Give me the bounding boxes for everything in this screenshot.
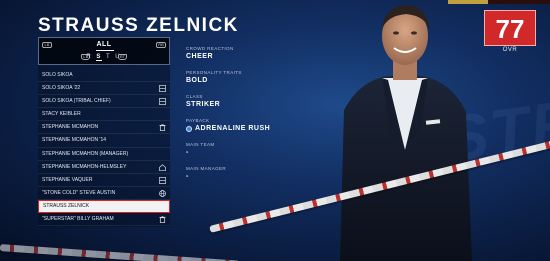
- ovr-rating-badge: 77: [484, 10, 536, 46]
- roster-row[interactable]: STEPHANIE MCMAHON (MANAGER): [38, 148, 170, 161]
- globe-icon: [159, 190, 166, 197]
- roster-row[interactable]: STEPHANIE MCMAHON: [38, 121, 170, 135]
- main-manager-value: -: [186, 173, 189, 180]
- roster-row-name: STRAUSS ZELNICK: [43, 202, 90, 209]
- roster-list: SOLO SIKOA SOLO SIKOA '22 SOLO SIKOA (TRIB…: [38, 69, 170, 227]
- class-block: CLASS STRIKER: [186, 94, 306, 109]
- main-team-value: -: [186, 149, 189, 156]
- filter-underline: [96, 50, 114, 51]
- letter-jump-bar[interactable]: R S T U: [39, 54, 169, 61]
- personality-traits-value: BOLD: [186, 77, 208, 84]
- house-icon: [159, 163, 166, 171]
- main-manager-block: MAIN MANAGER -: [186, 166, 306, 181]
- roster-row-name: SOLO SIKOA: [42, 72, 73, 78]
- filter-bar: LB ALL RB LT R S T U RT: [38, 37, 170, 65]
- roster-row-name: STEPHANIE MCMAHON (MANAGER): [42, 150, 129, 157]
- title-belt-icon: [159, 98, 166, 106]
- letter-t[interactable]: T: [106, 54, 112, 60]
- roster-row-name: STACY KEIBLER: [42, 111, 81, 118]
- personality-traits-block: PERSONALITY TRAITS BOLD: [186, 70, 306, 85]
- roster-row-name: STEPHANIE MCMAHON '14: [42, 137, 107, 144]
- roster-row[interactable]: STEPHANIE MCMAHON '14: [38, 134, 170, 148]
- letter-r[interactable]: R: [86, 54, 92, 60]
- trash-icon: [159, 216, 166, 223]
- ring-rope-lower: [0, 244, 240, 261]
- main-team-block: MAIN TEAM -: [186, 142, 306, 157]
- rb-button-icon[interactable]: RB: [156, 42, 166, 48]
- roster-row[interactable]: SOLO SIKOA '22: [38, 82, 170, 96]
- letter-s[interactable]: S: [96, 54, 103, 61]
- class-value: STRIKER: [186, 101, 221, 108]
- superstar-name-title: STRAUSS ZELNICK: [38, 15, 239, 36]
- rt-button-icon[interactable]: RT: [118, 54, 127, 60]
- roster-row[interactable]: "SUPERSTAR" BILLY GRAHAM: [38, 213, 170, 227]
- payback-row: ADRENALINE RUSH: [186, 124, 306, 133]
- roster-row[interactable]: SOLO SIKOA (TRIBAL CHIEF): [38, 95, 170, 109]
- trash-icon: [159, 124, 166, 132]
- roster-row-name: "STONE COLD" STEVE AUSTIN: [42, 189, 116, 196]
- roster-row[interactable]: "STONE COLD" STEVE AUSTIN: [38, 187, 170, 200]
- payback-value: ADRENALINE RUSH: [195, 125, 271, 132]
- roster-row[interactable]: SOLO SIKOA: [38, 69, 170, 83]
- crowd-reaction-value: CHEER: [186, 53, 214, 60]
- payback-block: PAYBACK ADRENALINE RUSH: [186, 118, 306, 133]
- roster-row[interactable]: STEPHANIE MCMAHON-HELMSLEY: [38, 161, 170, 174]
- title-belt-icon: [159, 176, 166, 184]
- crowd-reaction-block: CROWD REACTION CHEER: [186, 46, 306, 61]
- roster-row-name: SOLO SIKOA (TRIBAL CHIEF): [42, 98, 111, 105]
- roster-row-name: STEPHANIE MCMAHON-HELMSLEY: [42, 163, 127, 170]
- roster-row[interactable]: STACY KEIBLER: [38, 108, 170, 122]
- roster-row-selected[interactable]: STRAUSS ZELNICK: [38, 199, 170, 214]
- adrenaline-rush-icon: [186, 125, 192, 132]
- superstar-details: CROWD REACTION CHEER PERSONALITY TRAITS …: [186, 46, 306, 190]
- roster-panel: LB ALL RB LT R S T U RT SOLO SIKOA SOLO S…: [38, 37, 170, 227]
- roster-row-name: STEPHANIE MCMAHON: [42, 124, 99, 131]
- roster-row[interactable]: STEPHANIE VAQUER: [38, 174, 170, 187]
- title-belt-icon: [159, 85, 166, 93]
- ovr-label: OVR: [502, 47, 518, 53]
- superstar-portrait: [340, 5, 472, 261]
- roster-row-name: STEPHANIE VAQUER: [42, 176, 93, 183]
- roster-row-name: "SUPERSTAR" BILLY GRAHAM: [42, 216, 114, 223]
- filter-label-all[interactable]: ALL: [39, 41, 169, 48]
- roster-row-name: SOLO SIKOA '22: [42, 85, 81, 92]
